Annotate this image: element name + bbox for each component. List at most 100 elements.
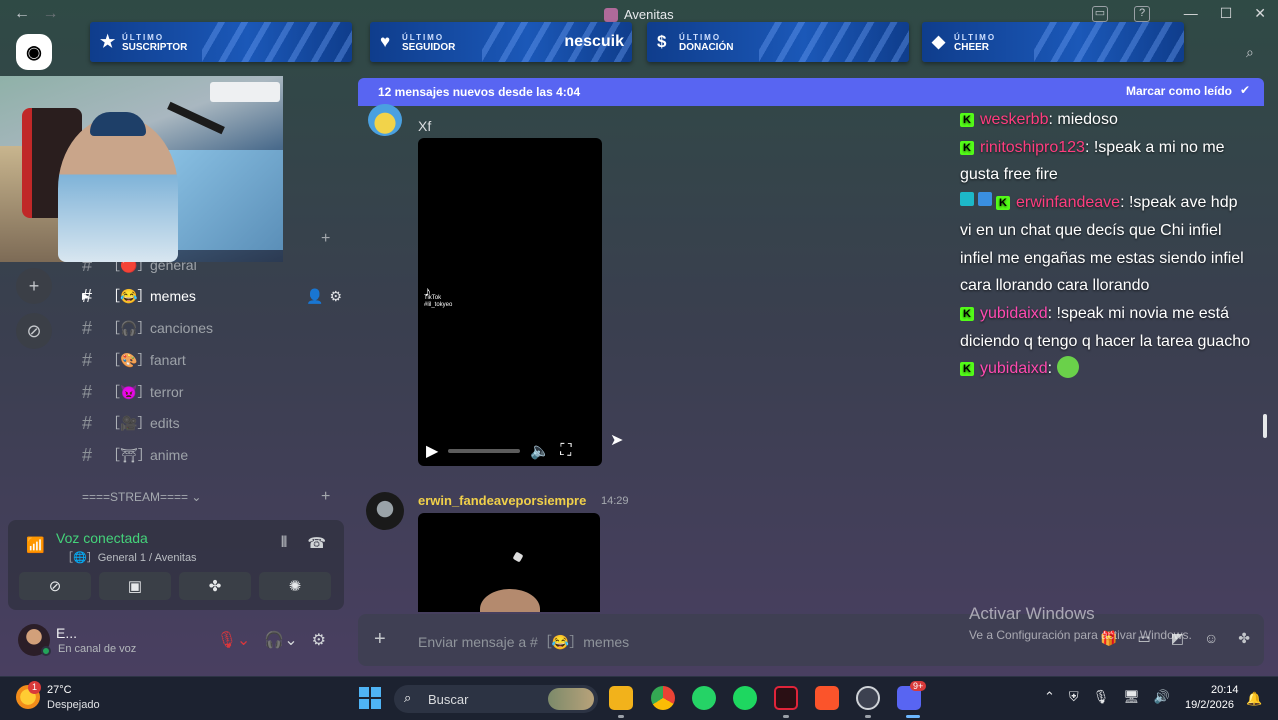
notification-bell-icon[interactable]: 🔔 [1246,691,1262,707]
minimize-button[interactable]: — [1184,5,1198,22]
channel-label: canciones [150,320,214,336]
chevron-up-icon[interactable]: ⌃ [1044,689,1055,705]
channel-edits[interactable]: # ［🎥］ edits [82,408,344,438]
stream-chat-line: Krinitoshipro123: !speak a mi no me gust… [960,134,1250,189]
obs-icon[interactable] [856,686,880,710]
voice-panel: 📶 Voz conectada ［🌐］General 1 / Avenitas … [8,520,344,610]
banner-kicker: ÚLTIMO [954,33,997,42]
microphone-icon[interactable]: 🎙 [1093,689,1110,705]
search-icon[interactable]: ⌕ [1246,44,1254,61]
mark-as-read-button[interactable]: Marcar como leído [1126,84,1232,98]
subscriber-badge-icon [960,192,974,207]
user-settings-gear-icon[interactable]: ⚙ [312,630,326,650]
network-icon[interactable]: 🖥 [1123,689,1140,705]
video-attachment[interactable]: ♪ TikTok #lil_tokyeo ▶ 🔈 ⛶ [418,138,602,466]
channel-emoji: ［👿］ [106,384,152,400]
voice-channel[interactable]: ［🌐］General 1 / Avenitas [62,549,197,565]
chat-scrollbar[interactable] [1263,414,1267,438]
volume-icon[interactable]: 🔊 [1154,689,1170,705]
maximize-button[interactable]: ☐ [1220,5,1233,22]
inbox-icon[interactable]: ▭ [1092,6,1108,22]
activities-button[interactable]: ✤ [179,572,251,600]
apps-icon[interactable]: ✤ [1238,630,1250,647]
system-tray: ⌃ ⛨ 🎙 🖥 🔊 [1044,689,1170,705]
signal-icon[interactable]: 📶 [26,536,45,554]
fullscreen-icon[interactable]: ⛶ [560,442,571,460]
unread-indicator-icon: ▶ [82,290,89,301]
webcam-overlay [0,76,283,262]
weather-temperature[interactable]: 27°C [47,684,72,696]
clock-date[interactable]: 19/2/2026 [1185,699,1234,711]
channel-anime[interactable]: # ［⛩］ anime [82,440,344,470]
file-explorer-icon[interactable] [609,686,633,710]
soundboard-button[interactable]: ✺ [259,572,331,600]
channel-canciones[interactable]: # ［🎧］ canciones [82,313,344,343]
category-stream[interactable]: ====STREAM==== ⌄ [82,490,201,504]
play-icon[interactable]: ▶ [426,441,438,461]
start-windows-icon[interactable] [359,687,381,709]
message-author[interactable]: erwin_fandeaveporsiempre [418,493,586,508]
channel-memes[interactable]: ▶ # ［😂］ memes 👤 ⚙ [82,281,344,311]
message-input-placeholder[interactable]: Enviar mensaje a #［😂］memes [418,632,629,652]
taskbar-search[interactable]: ⌕ Buscar [394,685,598,713]
message-avatar[interactable] [368,104,402,136]
headphones-icon[interactable]: 🎧⌄ [264,630,297,650]
noise-suppression-icon[interactable]: ⦀ [281,534,288,552]
spotify-icon[interactable] [733,686,757,710]
kick-badge-icon: K [960,362,974,377]
explore-icon[interactable]: ⊘ [16,313,52,349]
latest-follower-banner: ♥ ÚLTIMO SEGUIDOR nescuik [370,22,632,62]
camera-off-button[interactable]: ⊘ [19,572,91,600]
banner-value: nescuik [564,33,624,50]
security-shield-icon[interactable]: ⛨ [1069,689,1079,705]
invite-icon[interactable]: 👤 [306,288,323,305]
message-avatar[interactable] [366,492,404,530]
channel-tools: 👤 ⚙ [306,288,342,305]
add-channel-icon[interactable]: + [321,230,330,248]
video-attachment[interactable] [418,513,600,612]
whatsapp-icon[interactable] [692,686,716,710]
channel-label: memes [150,288,196,304]
search-highlight-art [548,688,594,710]
message-text: Xf [418,118,432,134]
emoji-icon[interactable]: ☺ [1204,630,1218,647]
opera-gx-icon[interactable] [774,686,798,710]
forward-arrow-icon[interactable]: → [42,5,58,22]
chat-username: weskerbb [980,111,1049,128]
disconnect-icon[interactable]: ☎ [307,534,326,552]
channel-terror[interactable]: # ［👿］ terror [82,377,344,407]
sick-emote-icon [1056,356,1079,379]
sword-badge-icon [978,192,992,207]
close-button[interactable]: ✕ [1254,5,1266,22]
banner-kicker: ÚLTIMO [122,33,165,42]
chat-username: erwinfandeave [1016,194,1121,212]
seek-bar[interactable] [448,449,521,453]
discord-home-icon[interactable]: ◉ [16,34,52,70]
activate-windows-title: Activar Windows [969,604,1095,623]
air-conditioner [210,82,280,102]
banner-stripes [202,22,352,62]
streamer [58,116,178,262]
clock-time[interactable]: 20:14 [1211,684,1239,696]
brave-icon[interactable] [815,686,839,710]
help-icon[interactable]: ? [1134,6,1150,22]
back-arrow-icon[interactable]: ← [14,5,30,22]
weather-condition[interactable]: Despejado [47,699,100,711]
mute-mic-icon[interactable]: 🎙⌄ [217,630,251,650]
chat-message: : miedoso [1048,111,1118,128]
chat-message: : [1047,360,1057,378]
voice-status[interactable]: Voz conectada [56,530,148,546]
chrome-icon[interactable] [651,686,675,710]
channel-fanart[interactable]: # ［🎨］ fanart [82,345,344,375]
stream-chat-overlay: Kweskerbb: miedoso Krinitoshipro123: !sp… [960,106,1250,383]
attach-plus-icon[interactable]: + [374,628,386,651]
settings-gear-icon[interactable]: ⚙ [329,288,342,305]
username[interactable]: E... [56,625,77,641]
channel-emoji: ［⛩］ [106,447,152,463]
banner-label: SUSCRIPTOR [122,42,188,53]
volume-icon[interactable]: 🔈 [530,441,550,461]
add-channel-icon[interactable]: + [321,488,330,506]
add-server-icon[interactable]: + [16,268,52,304]
screen-share-button[interactable]: ▣ [99,572,171,600]
kick-badge-icon: K [960,113,974,127]
